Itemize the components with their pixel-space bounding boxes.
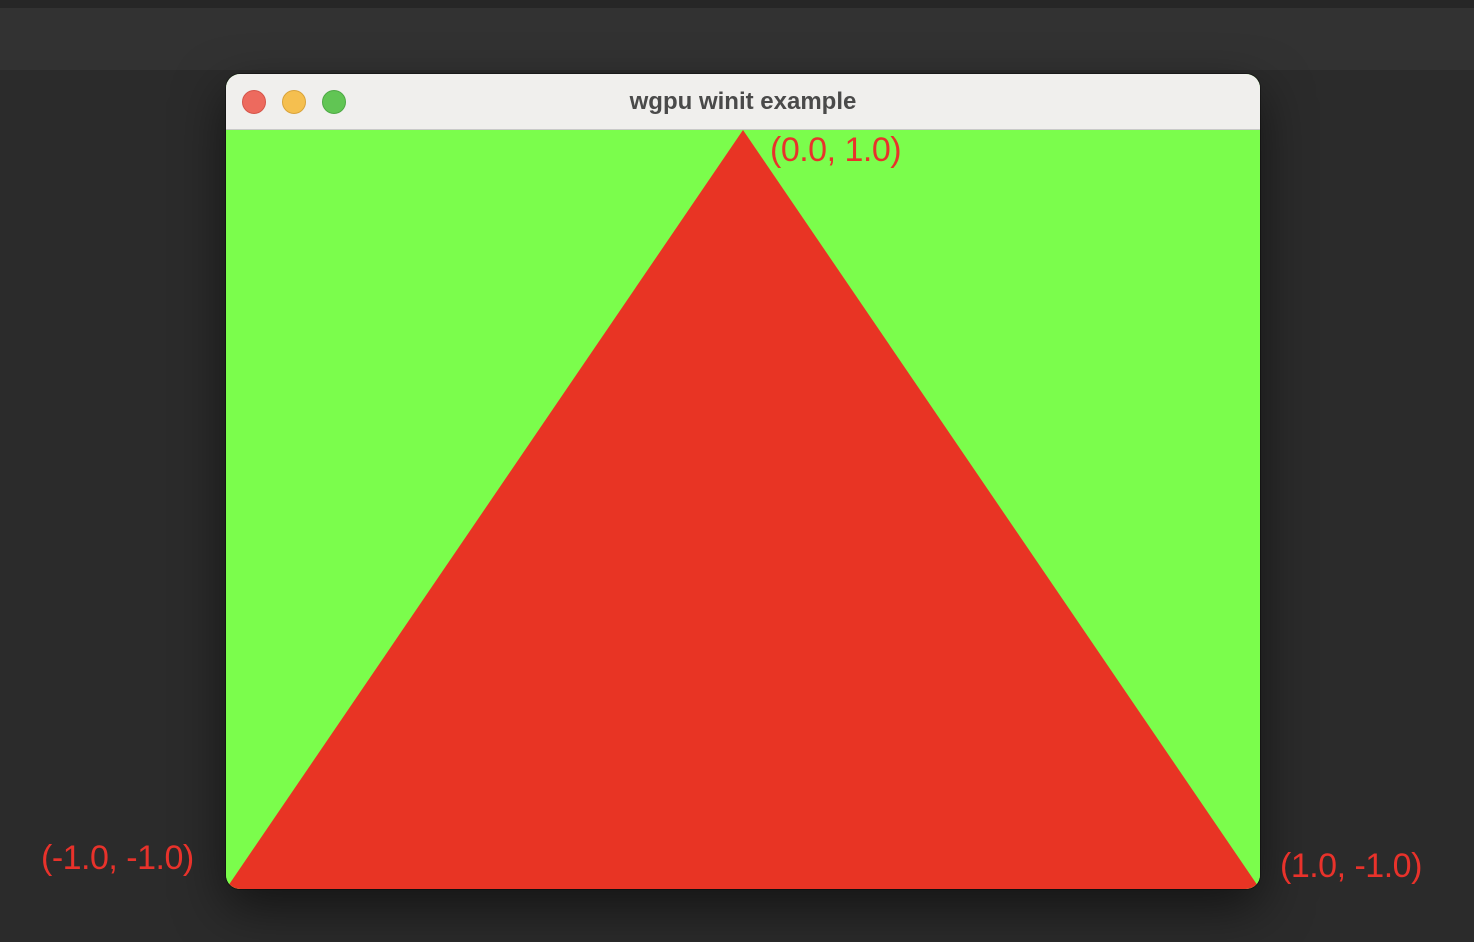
- desktop-top-edge: [0, 0, 1474, 8]
- render-surface: [226, 130, 1260, 889]
- render-canvas[interactable]: [226, 130, 1260, 889]
- vertex-label-bottom-left: (-1.0, -1.0): [41, 839, 194, 877]
- app-window[interactable]: wgpu winit example: [226, 74, 1260, 889]
- window-title: wgpu winit example: [629, 88, 857, 115]
- desktop-top-bar: [0, 8, 1474, 70]
- vertex-label-bottom-right: (1.0, -1.0): [1280, 847, 1422, 885]
- vertex-label-top: (0.0, 1.0): [770, 131, 902, 169]
- window-titlebar[interactable]: wgpu winit example: [226, 74, 1260, 130]
